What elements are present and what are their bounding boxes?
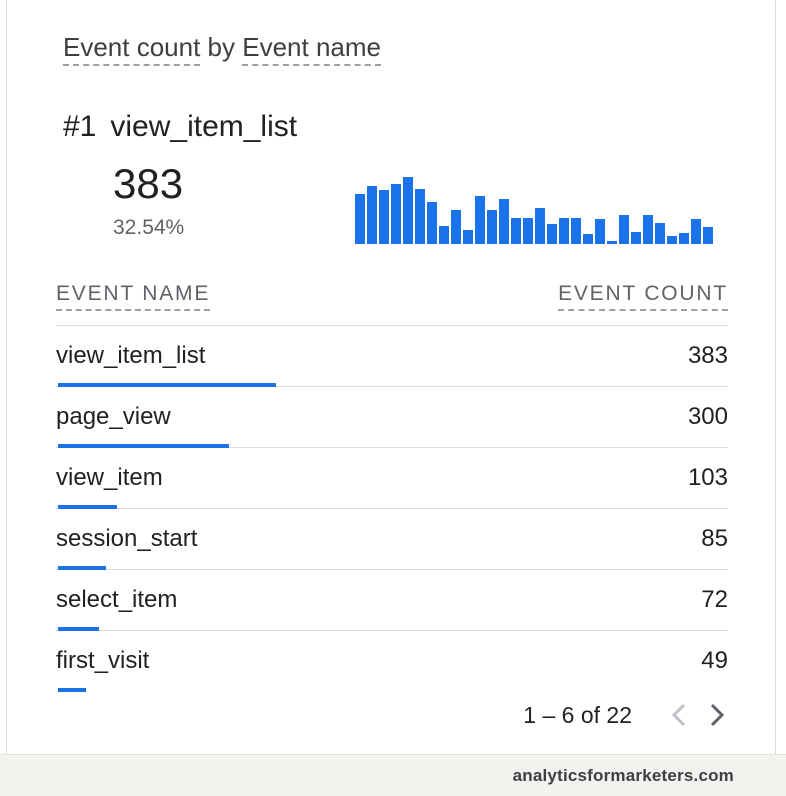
sparkline-bar [643, 215, 653, 244]
sparkline-bar [379, 190, 389, 244]
sparkline-bar [487, 210, 497, 244]
event-name-cell: first_visit [56, 647, 150, 674]
column-header-event-count[interactable]: EVENT COUNT [558, 282, 728, 311]
column-header-event-name[interactable]: EVENT NAME [56, 282, 211, 311]
footer-credit: analyticsformarketers.com [512, 766, 734, 785]
table-row[interactable]: view_item_list 383 [56, 326, 728, 387]
event-name-cell: view_item_list [56, 342, 206, 369]
event-name-cell: select_item [56, 586, 178, 613]
event-name-cell: page_view [56, 403, 171, 430]
event-name-cell: session_start [56, 525, 198, 552]
sparkline-bar [451, 210, 461, 244]
sparkline-bar [547, 224, 557, 244]
sparkline-bar [463, 230, 473, 244]
sparkline-bar [631, 232, 641, 244]
table-row[interactable]: session_start 85 [56, 509, 728, 570]
event-count-cell: 72 [701, 586, 728, 613]
chevron-right-icon [710, 703, 725, 727]
sparkline-bar [595, 219, 605, 244]
sparkline-bar [619, 215, 629, 244]
event-name-cell: view_item [56, 464, 163, 491]
event-count-cell: 103 [687, 464, 728, 491]
top-rank-label: #1 [63, 110, 97, 143]
event-table: view_item_list 383 page_view 300 view_item 10… [56, 326, 728, 692]
sparkline-bar [667, 236, 677, 244]
top-event-percent: 32.54% [113, 216, 185, 239]
top-event-value: 383 [113, 160, 184, 207]
sparkline-bar [403, 177, 413, 244]
sparkline-bar [559, 218, 569, 244]
dimension-selector[interactable]: Event name [242, 32, 381, 66]
sparkline-bar [355, 194, 365, 244]
event-count-cell: 300 [687, 403, 728, 430]
pagination: 1 – 6 of 22 [523, 700, 730, 730]
top-event-heading: #1 view_item_list [63, 110, 297, 144]
sparkline-bar [367, 186, 377, 244]
sparkline-bar [427, 202, 437, 244]
sparkline-bar [703, 227, 713, 244]
sparkline-bar [583, 234, 593, 244]
sparkline-chart [355, 177, 713, 244]
sparkline-bar [499, 199, 509, 244]
sparkline-bar [679, 233, 689, 244]
next-page-button[interactable] [704, 700, 730, 730]
table-row[interactable]: page_view 300 [56, 387, 728, 448]
sparkline-bar [691, 219, 701, 244]
prev-page-button[interactable] [666, 700, 692, 730]
sparkline-bar [571, 218, 581, 244]
sparkline-bar [535, 208, 545, 244]
sparkline-bar [523, 218, 533, 244]
sparkline-bar [415, 189, 425, 244]
pagination-text: 1 – 6 of 22 [523, 701, 632, 728]
card-title: Event count by Event name [63, 32, 381, 66]
metric-selector[interactable]: Event count [63, 32, 201, 66]
title-by: by [207, 32, 236, 62]
sparkline-bar [511, 218, 521, 244]
chevron-left-icon [671, 703, 686, 727]
sparkline-bar [655, 223, 665, 244]
event-count-bar [58, 688, 86, 692]
footer: analyticsformarketers.com [0, 754, 786, 796]
event-count-cell: 85 [701, 525, 728, 552]
sparkline-bar [439, 226, 449, 244]
top-event-name: view_item_list [110, 110, 298, 143]
event-count-cell: 383 [687, 342, 728, 369]
table-row[interactable]: view_item 103 [56, 448, 728, 509]
sparkline-bar [391, 184, 401, 244]
event-count-cell: 49 [701, 647, 728, 674]
sparkline-bar [607, 241, 617, 244]
sparkline-bar [475, 196, 485, 244]
table-row[interactable]: select_item 72 [56, 570, 728, 631]
table-row[interactable]: first_visit 49 [56, 631, 728, 692]
